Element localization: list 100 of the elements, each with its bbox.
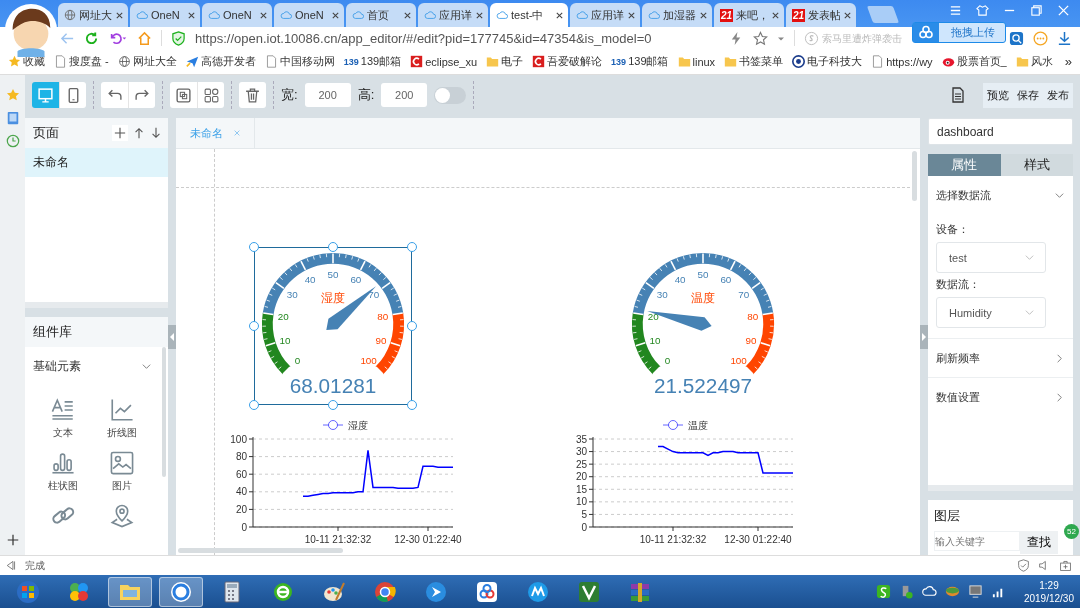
close-icon[interactable] <box>115 10 124 20</box>
gauge-widget[interactable]: 0 10 20 30 40 50 60 70 80 90 100 温度 21.522497 <box>624 247 782 405</box>
bookmark-item[interactable]: 吾爱破解论 <box>532 54 603 69</box>
browser-tab[interactable]: 加湿器 <box>642 3 712 27</box>
avatar-icon[interactable] <box>4 1 58 59</box>
browser-tab[interactable]: 应用详 <box>570 3 640 27</box>
browser-tab[interactable]: 首页 <box>346 3 416 27</box>
mobile-view-button[interactable] <box>59 82 86 108</box>
resize-handle[interactable] <box>249 321 259 331</box>
close-icon[interactable] <box>843 10 852 20</box>
gauge-widget[interactable]: 0 10 20 30 40 50 60 70 80 90 100 湿度 68.01281 <box>254 247 412 405</box>
more-icon[interactable] <box>1033 30 1048 46</box>
section-header[interactable]: 选择数据流 <box>928 176 1073 214</box>
resize-handle[interactable] <box>928 485 1073 491</box>
bookmark-item[interactable]: 网址大全 <box>117 54 177 69</box>
delete-button[interactable] <box>239 82 266 108</box>
bookmark-item[interactable]: https://wy <box>871 55 933 68</box>
group-button[interactable] <box>170 82 197 108</box>
scrollbar[interactable] <box>178 548 343 553</box>
close-icon[interactable] <box>259 10 268 20</box>
ungroup-button[interactable] <box>197 82 224 108</box>
section-header[interactable]: 数值设置 <box>928 377 1073 416</box>
page-item[interactable]: 未命名 <box>25 148 168 177</box>
device-select[interactable]: test <box>936 242 1046 273</box>
resize-handle[interactable] <box>407 400 417 410</box>
panel-tab[interactable]: 属性 <box>928 154 1001 176</box>
url-text[interactable]: https://open.iot.10086.cn/app_editor/#/edit?pid=177745&id=47354&is_model=0 <box>195 30 720 46</box>
home-icon[interactable] <box>137 30 152 46</box>
add-icon[interactable] <box>112 125 128 141</box>
bookmark-item[interactable]: 风水 <box>1015 54 1053 69</box>
shield-icon[interactable] <box>1017 559 1030 572</box>
close-icon[interactable] <box>555 10 564 20</box>
width-field[interactable]: 200 <box>304 83 351 107</box>
category-dropdown[interactable]: 基础元素 <box>25 347 160 385</box>
resize-handle[interactable] <box>328 242 338 252</box>
name-field[interactable]: dashboard <box>928 118 1073 145</box>
star-icon[interactable] <box>753 30 768 46</box>
browser-tab[interactable]: 21 来吧， <box>714 3 784 27</box>
taskbar-app[interactable] <box>159 576 203 607</box>
download-icon[interactable] <box>1057 30 1072 46</box>
close-icon[interactable] <box>475 10 484 20</box>
chart-legend[interactable]: 湿度 <box>322 420 368 431</box>
bookmark-item[interactable]: 股票首页_ <box>941 54 1007 69</box>
menu-icon[interactable] <box>949 3 962 17</box>
close-icon[interactable] <box>331 10 340 20</box>
star-icon[interactable] <box>5 88 20 102</box>
undo-icon[interactable] <box>108 30 128 46</box>
bookmark-item[interactable]: linux <box>677 55 716 68</box>
more-bookmarks-button[interactable]: » <box>1064 54 1080 69</box>
bookmark-item[interactable]: 搜度盘 - <box>54 54 109 69</box>
taskbar-app[interactable] <box>108 576 152 607</box>
collapse-icon[interactable] <box>4 559 17 572</box>
close-icon[interactable] <box>771 10 780 20</box>
section-header[interactable]: 刷新频率 <box>928 338 1073 377</box>
tablet-icon[interactable] <box>5 111 20 125</box>
bookmark-item[interactable]: 高德开发者 <box>185 54 256 69</box>
search-icon[interactable] <box>1009 30 1024 46</box>
browser-tab[interactable]: OneN <box>130 3 200 27</box>
browser-tab[interactable]: test-中 <box>490 3 568 27</box>
document-icon[interactable] <box>950 87 966 103</box>
search-button[interactable]: 查找 <box>1020 531 1058 554</box>
clock-icon[interactable] <box>5 134 20 148</box>
component-item[interactable]: 折线图 <box>92 397 152 440</box>
cloud-icon[interactable] <box>921 584 937 599</box>
bookmark-item[interactable]: eclipse_xu <box>410 55 478 68</box>
input-method-icon[interactable] <box>875 584 891 599</box>
height-field[interactable]: 200 <box>381 83 428 107</box>
bookmark-item[interactable]: 电子科技大 <box>792 54 863 69</box>
browser-tab[interactable]: OneN <box>274 3 344 27</box>
arrow-down-icon[interactable] <box>150 127 162 139</box>
resize-handle[interactable] <box>249 242 259 252</box>
restore-icon[interactable] <box>1030 3 1043 17</box>
collapse-handle[interactable] <box>920 324 928 349</box>
resize-handle[interactable] <box>25 302 168 308</box>
resize-handle[interactable] <box>407 242 417 252</box>
monitor-icon[interactable] <box>967 584 983 599</box>
undo-button[interactable] <box>101 82 128 108</box>
bookmark-item[interactable]: 139 139邮箱 <box>343 54 402 69</box>
resize-handle[interactable] <box>328 400 338 410</box>
resize-handle[interactable] <box>407 321 417 331</box>
bookmark-item[interactable]: 电子 <box>486 54 524 69</box>
upload-button[interactable]: 拖拽上传 <box>912 22 1006 43</box>
close-icon[interactable] <box>627 10 636 20</box>
toolbox-icon[interactable] <box>1059 559 1072 572</box>
collapse-handle[interactable] <box>168 324 176 349</box>
disk-icon[interactable] <box>944 584 960 599</box>
desktop-view-button[interactable] <box>32 82 59 108</box>
stream-select[interactable]: Humidity <box>936 297 1046 328</box>
add-icon[interactable] <box>5 533 20 547</box>
search-field[interactable]: 输入关键字 <box>934 531 1020 551</box>
browser-tab[interactable]: OneN <box>202 3 272 27</box>
arrow-up-icon[interactable] <box>133 127 145 139</box>
bookmark-item[interactable]: 书签菜单 <box>724 54 784 69</box>
resize-handle[interactable] <box>249 400 259 410</box>
clock[interactable]: 1:29 2019/12/30 <box>1023 578 1074 605</box>
chart-legend[interactable]: 温度 <box>662 420 708 431</box>
panel-tab[interactable]: 样式 <box>1000 154 1073 176</box>
bookmark-item[interactable]: 139 139邮箱 <box>611 54 669 69</box>
scrollbar[interactable] <box>912 151 917 201</box>
shirt-icon[interactable] <box>976 3 989 17</box>
